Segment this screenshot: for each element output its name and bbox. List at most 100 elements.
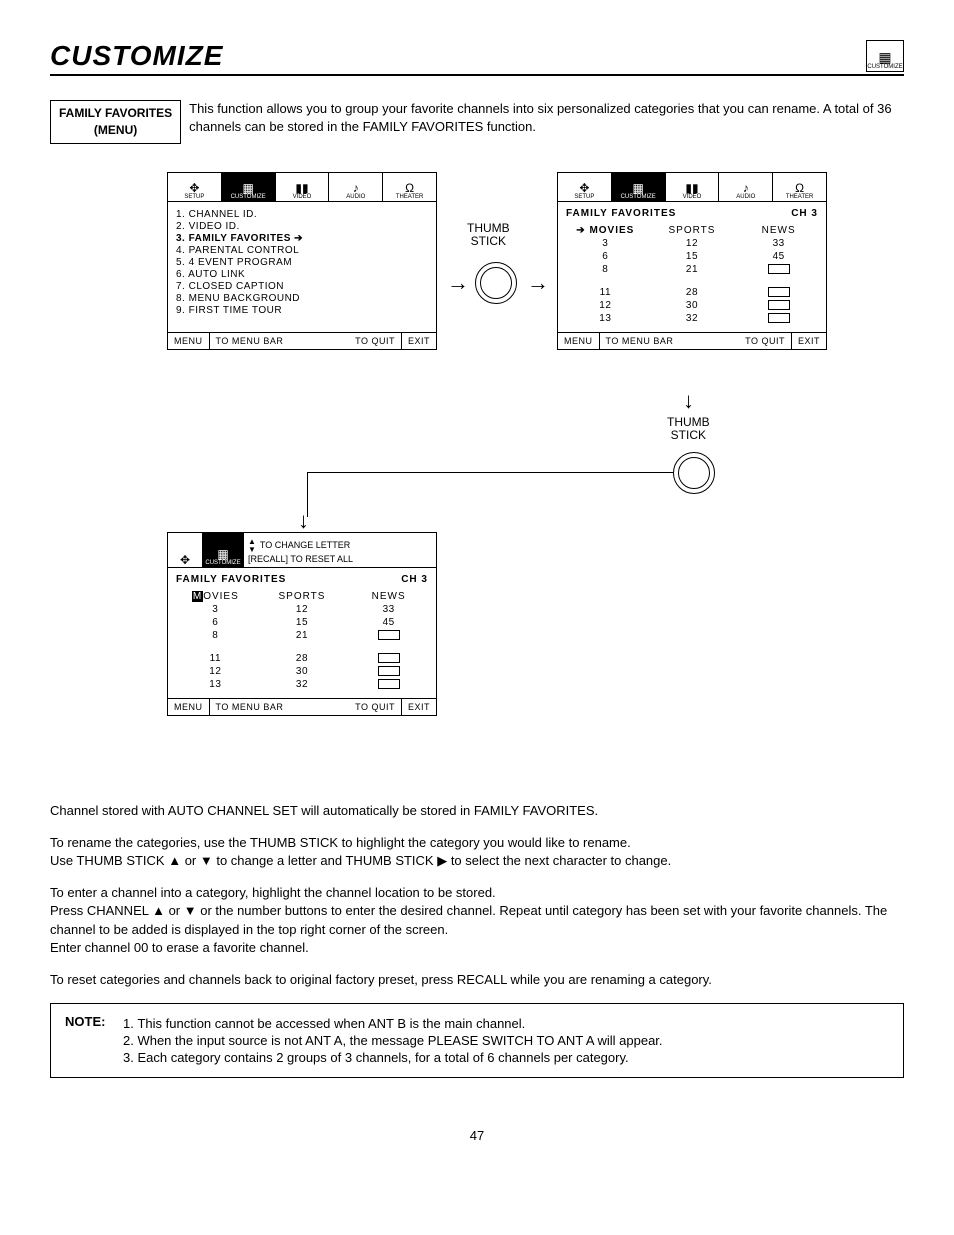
ff-cell: 15 xyxy=(653,251,732,262)
menu-item: 8. MENU BACKGROUND xyxy=(176,293,428,304)
thumb-stick-label-2: THUMB STICK xyxy=(667,416,710,442)
ff-cell: 28 xyxy=(653,287,732,298)
menu-item: 2. VIDEO ID. xyxy=(176,221,428,232)
tab-customize-2: ▦CUSTOMIZE xyxy=(612,173,666,201)
tab-theater-2: ΩTHEATER xyxy=(773,173,826,201)
ff-cell: 6 xyxy=(566,251,645,262)
flow-arrow-down-1: ↓ xyxy=(683,390,694,412)
ff-category: MOVIES xyxy=(566,225,645,236)
ff-cell: 8 xyxy=(176,630,255,641)
ff-cell: 12 xyxy=(653,238,732,249)
ff-cell xyxy=(349,653,428,664)
ff-cell: 32 xyxy=(263,679,342,690)
flow-diagram: ✥SETUP ▦CUSTOMIZE ▮▮VIDEO ♪AUDIO ΩTHEATE… xyxy=(87,172,867,772)
footer-exit: EXIT xyxy=(402,333,436,349)
tab-video: ▮▮VIDEO xyxy=(276,173,330,201)
tab-theater: ΩTHEATER xyxy=(383,173,436,201)
ff-category: NEWS xyxy=(739,225,818,236)
footer-to-menu-bar-3: TO MENU BAR xyxy=(210,699,350,715)
section-label: FAMILY FAVORITES (MENU) xyxy=(50,100,181,144)
note-box: NOTE: This function cannot be accessed w… xyxy=(50,1003,904,1078)
tab-setup-2: ✥SETUP xyxy=(558,173,612,201)
ff-cell: 45 xyxy=(739,251,818,262)
ff-channel: CH 3 xyxy=(791,208,818,219)
page-title: CUSTOMIZE xyxy=(50,40,223,72)
ff-cell xyxy=(349,666,428,677)
menu-item: 3. FAMILY FAVORITES xyxy=(176,233,428,244)
ff-cell: 13 xyxy=(176,679,255,690)
flow-arrow-down-2: ↓ xyxy=(298,510,309,532)
ff-title: FAMILY FAVORITES xyxy=(566,208,676,219)
ff-cell: 21 xyxy=(263,630,342,641)
ff-cell: 32 xyxy=(653,313,732,324)
ff-channel-3: CH 3 xyxy=(401,574,428,585)
footer-to-quit-2: TO QUIT xyxy=(739,333,792,349)
ff-cell xyxy=(739,264,818,275)
ff-cell: 6 xyxy=(176,617,255,628)
footer-exit-3: EXIT xyxy=(402,699,436,715)
ff-cell xyxy=(739,287,818,298)
footer-menu-2: MENU xyxy=(558,333,600,349)
osd-family-favorites-panel: ✥SETUP ▦CUSTOMIZE ▮▮VIDEO ♪AUDIO ΩTHEATE… xyxy=(557,172,827,350)
body-text: Channel stored with AUTO CHANNEL SET wil… xyxy=(50,802,904,990)
footer-to-quit: TO QUIT xyxy=(349,333,402,349)
ff-cell: 12 xyxy=(263,604,342,615)
ff-cell: 15 xyxy=(263,617,342,628)
page-number: 47 xyxy=(50,1128,904,1143)
tab-audio-2: ♪AUDIO xyxy=(719,173,773,201)
ff-category: NEWS xyxy=(349,591,428,602)
intro-text: This function allows you to group your f… xyxy=(189,100,904,136)
ff-cell xyxy=(739,300,818,311)
thumb-stick-icon-2 xyxy=(673,452,715,494)
menu-item: 9. FIRST TIME TOUR xyxy=(176,305,428,316)
footer-to-menu-bar: TO MENU BAR xyxy=(210,333,350,349)
thumb-stick-label-1: THUMB STICK xyxy=(467,222,510,248)
ff-category: MOVIES xyxy=(176,591,255,602)
ff-cell: 13 xyxy=(566,313,645,324)
ff-cell: 30 xyxy=(263,666,342,677)
ff-cell: 8 xyxy=(566,264,645,275)
ff-cell: 11 xyxy=(176,653,255,664)
menu-item: 1. CHANNEL ID. xyxy=(176,209,428,220)
ff-cell xyxy=(349,630,428,641)
menu-item: 4. PARENTAL CONTROL xyxy=(176,245,428,256)
thumb-stick-icon-1 xyxy=(475,262,517,304)
flow-arrow-right-1: → xyxy=(447,272,469,294)
note-item: This function cannot be accessed when AN… xyxy=(137,1016,662,1031)
ff-cell: 3 xyxy=(566,238,645,249)
osd-edit-panel: ✥ ▦CUSTOMIZE ▲▼TO CHANGE LETTER [RECALL]… xyxy=(167,532,437,716)
ff-title-3: FAMILY FAVORITES xyxy=(176,574,286,585)
customize-corner-icon: ▦ CUSTOMIZE xyxy=(866,40,904,72)
tab-customize: ▦CUSTOMIZE xyxy=(222,173,276,201)
ff-category: SPORTS xyxy=(653,225,732,236)
ff-cell xyxy=(739,313,818,324)
ff-cell xyxy=(349,679,428,690)
tab-audio: ♪AUDIO xyxy=(329,173,383,201)
tab-setup: ✥SETUP xyxy=(168,173,222,201)
footer-to-menu-bar-2: TO MENU BAR xyxy=(600,333,740,349)
menu-item: 5. 4 EVENT PROGRAM xyxy=(176,257,428,268)
note-item: Each category contains 2 groups of 3 cha… xyxy=(137,1050,662,1065)
ff-cell: 3 xyxy=(176,604,255,615)
ff-cell: 45 xyxy=(349,617,428,628)
ff-cell: 12 xyxy=(176,666,255,677)
note-item: When the input source is not ANT A, the … xyxy=(137,1033,662,1048)
ff-cell: 33 xyxy=(739,238,818,249)
footer-to-quit-3: TO QUIT xyxy=(349,699,402,715)
edit-hints: ▲▼TO CHANGE LETTER [RECALL] TO RESET ALL xyxy=(244,533,436,567)
footer-menu-3: MENU xyxy=(168,699,210,715)
ff-cell: 12 xyxy=(566,300,645,311)
tab-nav-icon: ✥ xyxy=(168,533,203,567)
ff-cell: 21 xyxy=(653,264,732,275)
footer-exit-2: EXIT xyxy=(792,333,826,349)
ff-cell: 33 xyxy=(349,604,428,615)
tab-video-2: ▮▮VIDEO xyxy=(666,173,720,201)
menu-item: 6. AUTO LINK xyxy=(176,269,428,280)
ff-cell: 11 xyxy=(566,287,645,298)
note-label: NOTE: xyxy=(65,1014,105,1067)
ff-cell: 28 xyxy=(263,653,342,664)
osd-menu-panel: ✥SETUP ▦CUSTOMIZE ▮▮VIDEO ♪AUDIO ΩTHEATE… xyxy=(167,172,437,350)
tab-customize-3: ▦CUSTOMIZE xyxy=(203,533,244,567)
ff-category: SPORTS xyxy=(263,591,342,602)
footer-menu: MENU xyxy=(168,333,210,349)
